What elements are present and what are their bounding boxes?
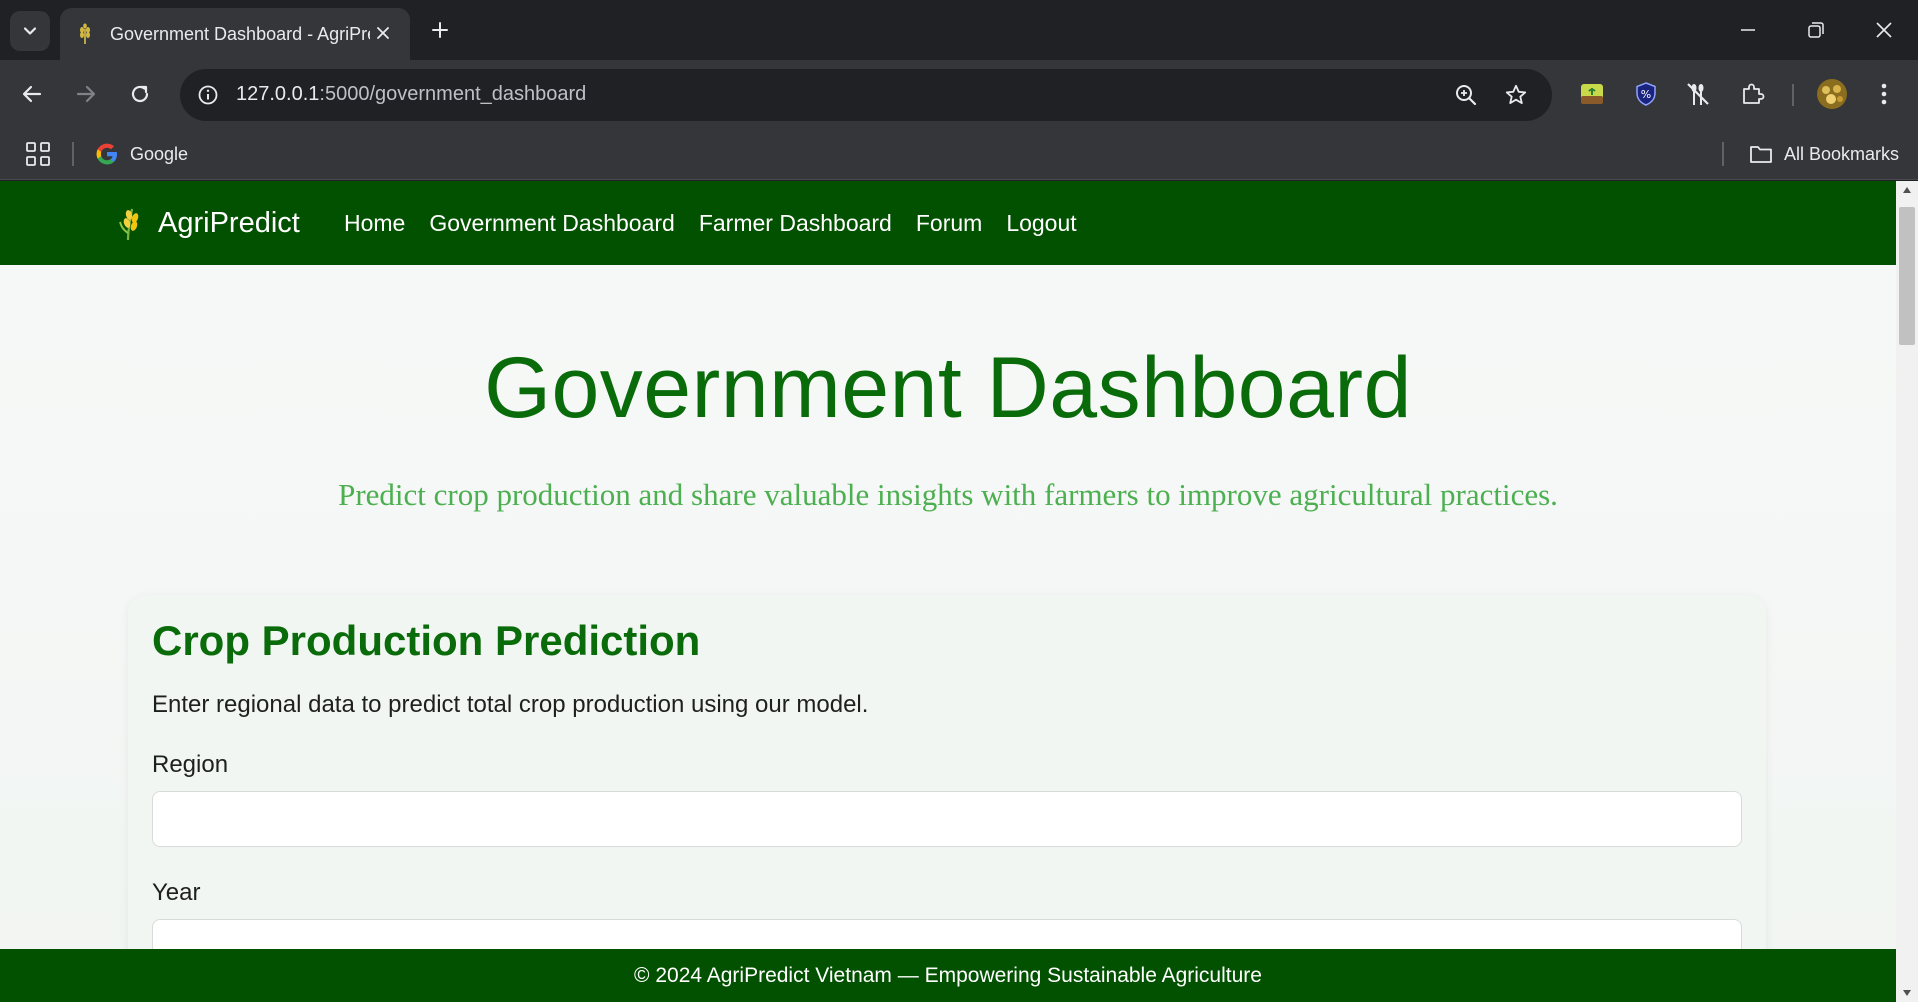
forward-button[interactable] <box>70 78 102 110</box>
url-host: 127.0.0.1 <box>236 83 320 105</box>
zoom-in-icon <box>1456 85 1477 106</box>
nav-links: Home Government Dashboard Farmer Dashboa… <box>344 203 1101 243</box>
folder-icon <box>1750 146 1772 163</box>
address-bar[interactable]: 127.0.0.1:5000/government_dashboard <box>180 69 1552 121</box>
reload-button[interactable] <box>124 78 156 110</box>
arrow-left-icon <box>22 85 42 103</box>
close-window-button[interactable] <box>1864 12 1904 48</box>
triangle-up-icon <box>1903 187 1911 193</box>
nav-link-government-dashboard[interactable]: Government Dashboard <box>429 210 674 237</box>
crop-prediction-card: Crop Production Prediction Enter regiona… <box>128 595 1766 1002</box>
svg-text:%: % <box>1641 88 1651 101</box>
card-title: Crop Production Prediction <box>152 617 701 664</box>
star-icon <box>1505 84 1527 104</box>
extensions-menu-button[interactable] <box>1736 78 1768 110</box>
triangle-down-icon <box>1903 990 1911 996</box>
toolbar-divider <box>1792 84 1794 106</box>
close-icon <box>377 27 389 39</box>
plus-icon <box>432 22 448 38</box>
brand-link[interactable]: AgriPredict <box>116 199 300 247</box>
profile-avatar-button[interactable] <box>1816 78 1848 110</box>
bookmark-google[interactable]: Google <box>94 138 188 170</box>
browser-tabstrip: Government Dashboard - AgriPredict <box>0 0 1918 60</box>
google-logo-icon <box>96 143 117 165</box>
extension-shield-button[interactable]: % <box>1630 78 1662 110</box>
wheat-logo-icon <box>119 208 139 241</box>
info-icon <box>198 85 218 105</box>
bookmarks-divider-right <box>1722 142 1724 166</box>
wheat-favicon-icon <box>80 23 90 44</box>
minimize-button[interactable] <box>1728 12 1768 48</box>
card-description: Enter regional data to predict total cro… <box>152 691 869 718</box>
kebab-menu-icon <box>1881 83 1887 105</box>
bookmarks-divider <box>72 142 74 166</box>
farm-extension-icon <box>1581 84 1603 104</box>
new-tab-button[interactable] <box>426 16 454 44</box>
wheat-off-icon <box>1687 83 1709 105</box>
extension-wheat-button[interactable] <box>1682 78 1714 110</box>
browser-tab-active[interactable]: Government Dashboard - AgriPredict <box>60 8 410 60</box>
nav-link-home[interactable]: Home <box>344 210 405 237</box>
tab-title: Government Dashboard - AgriPredict <box>110 23 370 44</box>
footer-text: © 2024 AgriPredict Vietnam — Empowering … <box>634 963 1262 987</box>
all-bookmarks-label: All Bookmarks <box>1784 143 1900 164</box>
nav-link-logout[interactable]: Logout <box>1006 210 1076 237</box>
all-bookmarks-button[interactable]: All Bookmarks <box>1748 138 1899 170</box>
page-scrollbar[interactable] <box>1896 181 1918 1002</box>
avatar-icon <box>1817 79 1847 109</box>
scroll-down-button[interactable] <box>1896 984 1918 1002</box>
puzzle-icon <box>1743 83 1765 104</box>
restore-button[interactable] <box>1796 12 1836 48</box>
page-viewport: AgriPredict Home Government Dashboard Fa… <box>0 181 1896 1002</box>
region-input[interactable] <box>152 791 1742 847</box>
brand-name: AgriPredict <box>158 206 300 239</box>
shield-percent-icon: % <box>1636 82 1656 106</box>
year-label: Year <box>152 879 201 906</box>
page-subtitle: Predict crop production and share valuab… <box>338 477 1558 512</box>
arrow-right-icon <box>76 85 96 103</box>
zoom-button[interactable] <box>1452 81 1480 109</box>
site-footer: © 2024 AgriPredict Vietnam — Empowering … <box>0 949 1896 1002</box>
bookmarks-bar: Google All Bookmarks <box>0 128 1918 180</box>
bookmark-star-button[interactable] <box>1502 81 1530 109</box>
nav-link-farmer-dashboard[interactable]: Farmer Dashboard <box>699 210 892 237</box>
restore-icon <box>1808 22 1824 38</box>
scrollbar-thumb[interactable] <box>1899 207 1915 345</box>
reload-icon <box>131 85 149 103</box>
browser-menu-button[interactable] <box>1868 78 1900 110</box>
minimize-icon <box>1741 29 1755 31</box>
tab-close-button[interactable] <box>372 22 394 44</box>
scroll-up-button[interactable] <box>1896 181 1918 199</box>
close-icon <box>1876 22 1892 38</box>
chevron-down-icon <box>23 27 37 35</box>
site-info-button[interactable] <box>192 79 224 111</box>
url-path: :5000/government_dashboard <box>319 83 587 105</box>
extension-farm-button[interactable] <box>1576 78 1608 110</box>
tab-search-button[interactable] <box>10 11 50 51</box>
bookmark-google-label: Google <box>130 143 189 164</box>
apps-grid-icon[interactable] <box>24 140 52 168</box>
back-button[interactable] <box>16 78 48 110</box>
nav-link-forum[interactable]: Forum <box>916 210 982 237</box>
url-text: 127.0.0.1:5000/government_dashboard <box>236 83 586 106</box>
site-navbar: AgriPredict Home Government Dashboard Fa… <box>0 181 1896 265</box>
browser-toolbar: 127.0.0.1:5000/government_dashboard % <box>0 60 1918 128</box>
page-title: Government Dashboard <box>484 340 1412 436</box>
region-label: Region <box>152 751 229 778</box>
